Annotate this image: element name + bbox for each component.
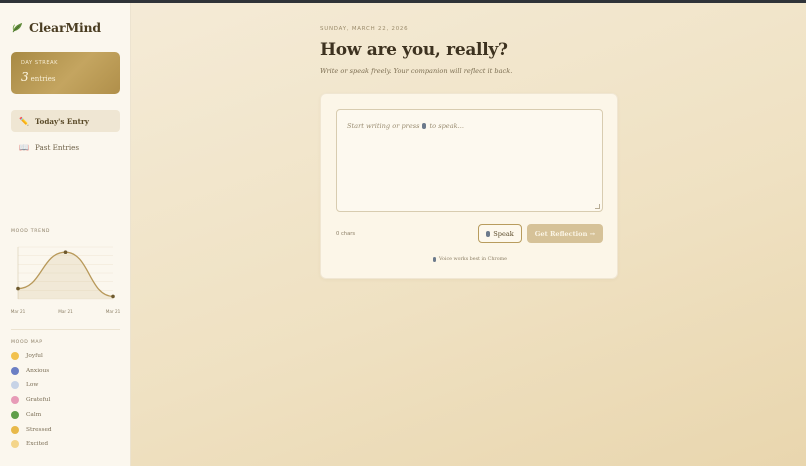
entry-card: Start writing or press to speak... 0 cha… [320, 93, 618, 279]
mood-item: Low [11, 381, 39, 390]
pencil-icon: ✏️ [19, 116, 29, 126]
sidebar-divider [11, 329, 120, 330]
mood-trend-label: MOOD TREND [11, 229, 51, 234]
streak-label: DAY STREAK [21, 60, 58, 66]
mood-trend-chart: Mar 21 Mar 21 Mar 21 [11, 246, 121, 314]
mood-dot-icon [11, 425, 19, 434]
streak-unit: entries [30, 75, 56, 83]
microphone-icon [486, 230, 491, 237]
mood-label: Anxious [26, 367, 50, 374]
mood-item: Grateful [11, 396, 51, 405]
mood-dot-icon [11, 352, 19, 360]
mood-dot-icon [11, 366, 19, 375]
x-tick-label: Mar 21 [11, 309, 26, 314]
leaf-icon [12, 22, 23, 33]
x-tick-label: Mar 21 [106, 309, 121, 314]
book-icon: 📖 [19, 142, 29, 152]
mood-label: Grateful [26, 397, 51, 404]
mood-item: Anxious [11, 366, 50, 375]
trend-point [63, 250, 68, 254]
sidebar: ClearMind DAY STREAK 3 entries ✏️ Today'… [0, 3, 131, 466]
resize-handle[interactable] [595, 204, 600, 209]
entry-placeholder: Start writing or press to speak... [347, 122, 464, 130]
app-name: ClearMind [29, 20, 101, 35]
x-tick-label: Mar 21 [58, 309, 73, 314]
mood-item: Excited [11, 440, 49, 449]
nav-todays-entry[interactable]: ✏️ Today's Entry [11, 110, 120, 132]
microphone-icon [422, 123, 427, 129]
page-title: How are you, really? [320, 40, 508, 60]
speak-button[interactable]: Speak [478, 224, 522, 243]
streak-card: DAY STREAK 3 entries [11, 52, 120, 94]
mood-label: Calm [26, 411, 42, 418]
voice-hint: Voice works best in Chrome [321, 257, 619, 262]
page-subtitle: Write or speak freely. Your companion wi… [320, 67, 513, 75]
mood-item: Joyful [11, 352, 43, 360]
nav-label: Past Entries [35, 142, 80, 152]
trend-point [16, 286, 20, 291]
mood-item: Calm [11, 410, 42, 419]
mood-label: Excited [26, 441, 49, 448]
nav-past-entries[interactable]: 📖 Past Entries [11, 136, 120, 158]
mood-map-label: MOOD MAP [11, 340, 43, 345]
trend-area [18, 252, 113, 299]
mood-dot-icon [11, 396, 19, 405]
mood-label: Low [26, 382, 39, 389]
nav-label: Today's Entry [35, 116, 89, 126]
get-reflection-button[interactable]: Get Reflection → [527, 224, 603, 243]
mood-dot-icon [11, 381, 19, 390]
char-count: 0 chars [336, 231, 356, 237]
microphone-icon [433, 257, 436, 262]
entry-date: SUNDAY, MARCH 22, 2026 [320, 26, 409, 32]
mood-label: Stressed [26, 426, 52, 433]
mood-dot-icon [11, 440, 19, 449]
mood-label: Joyful [26, 353, 43, 359]
streak-count: 3 [21, 70, 29, 84]
entry-textarea[interactable]: Start writing or press to speak... [336, 109, 603, 212]
mood-item: Stressed [11, 425, 52, 434]
trend-point [111, 294, 115, 299]
mood-dot-icon [11, 410, 19, 419]
brand[interactable]: ClearMind [11, 20, 101, 35]
